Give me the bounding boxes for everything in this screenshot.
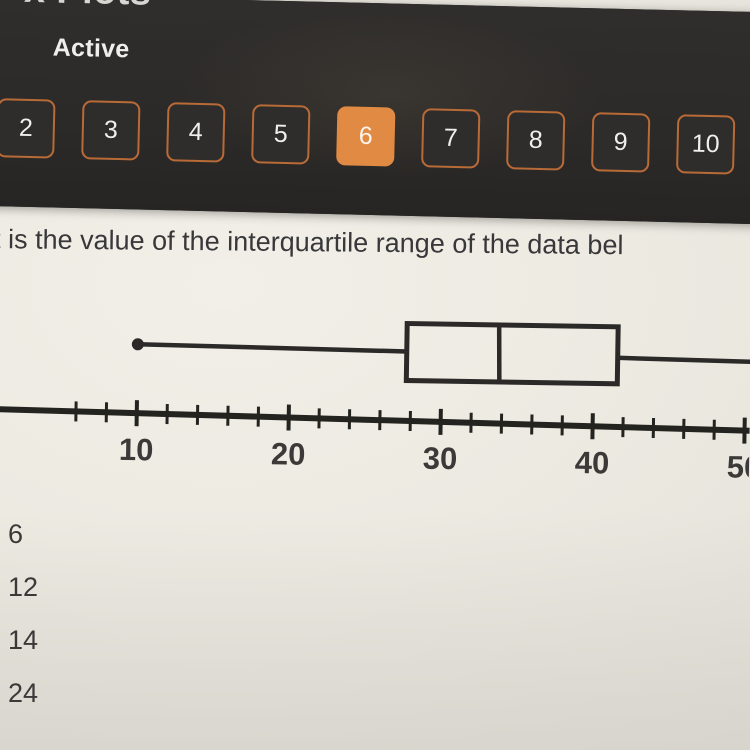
whisker-left (137, 342, 407, 354)
pager-button-7[interactable]: 7 (421, 108, 481, 169)
axis-tick-label: 50 (726, 449, 750, 485)
app-header-band: x Plots Active 2345678910 (0, 0, 750, 225)
box-iqr (403, 320, 621, 387)
axis-tick-label: 10 (119, 432, 154, 468)
axis-tick-label: 40 (575, 445, 610, 481)
pager-button-6[interactable]: 6 (336, 106, 396, 167)
screenshot-root: x Plots Active 2345678910 at is the valu… (0, 0, 750, 750)
whisker-left-endpoint-dot (131, 338, 144, 351)
pager-button-2[interactable]: 2 (0, 98, 56, 159)
answer-option-14[interactable]: 14 (8, 614, 308, 667)
axis-line (0, 405, 750, 435)
axis-ticks (74, 400, 747, 444)
box-plot-figure: 10 20 30 40 50 (0, 294, 750, 506)
status-badge: Active (52, 33, 130, 64)
median-line (496, 325, 502, 381)
pager-button-9[interactable]: 9 (590, 112, 651, 173)
pager-button-3[interactable]: 3 (81, 100, 141, 161)
axis-tick-labels: 10 20 30 40 50 (119, 432, 750, 485)
pager-button-10[interactable]: 10 (675, 114, 736, 175)
answer-option-12[interactable]: 12 (8, 561, 308, 614)
box-plot-svg: 10 20 30 40 50 (0, 320, 750, 485)
pager-button-8[interactable]: 8 (506, 110, 566, 171)
answer-option-24[interactable]: 24 (8, 667, 308, 720)
answer-options: 6 12 14 24 (8, 508, 308, 720)
axis-tick-label: 20 (271, 436, 306, 472)
answer-option-6[interactable]: 6 (8, 508, 308, 561)
pager-button-5[interactable]: 5 (251, 104, 311, 165)
axis-tick-label: 30 (423, 441, 458, 477)
whisker-right (616, 355, 750, 365)
pager-button-4[interactable]: 4 (166, 102, 226, 163)
